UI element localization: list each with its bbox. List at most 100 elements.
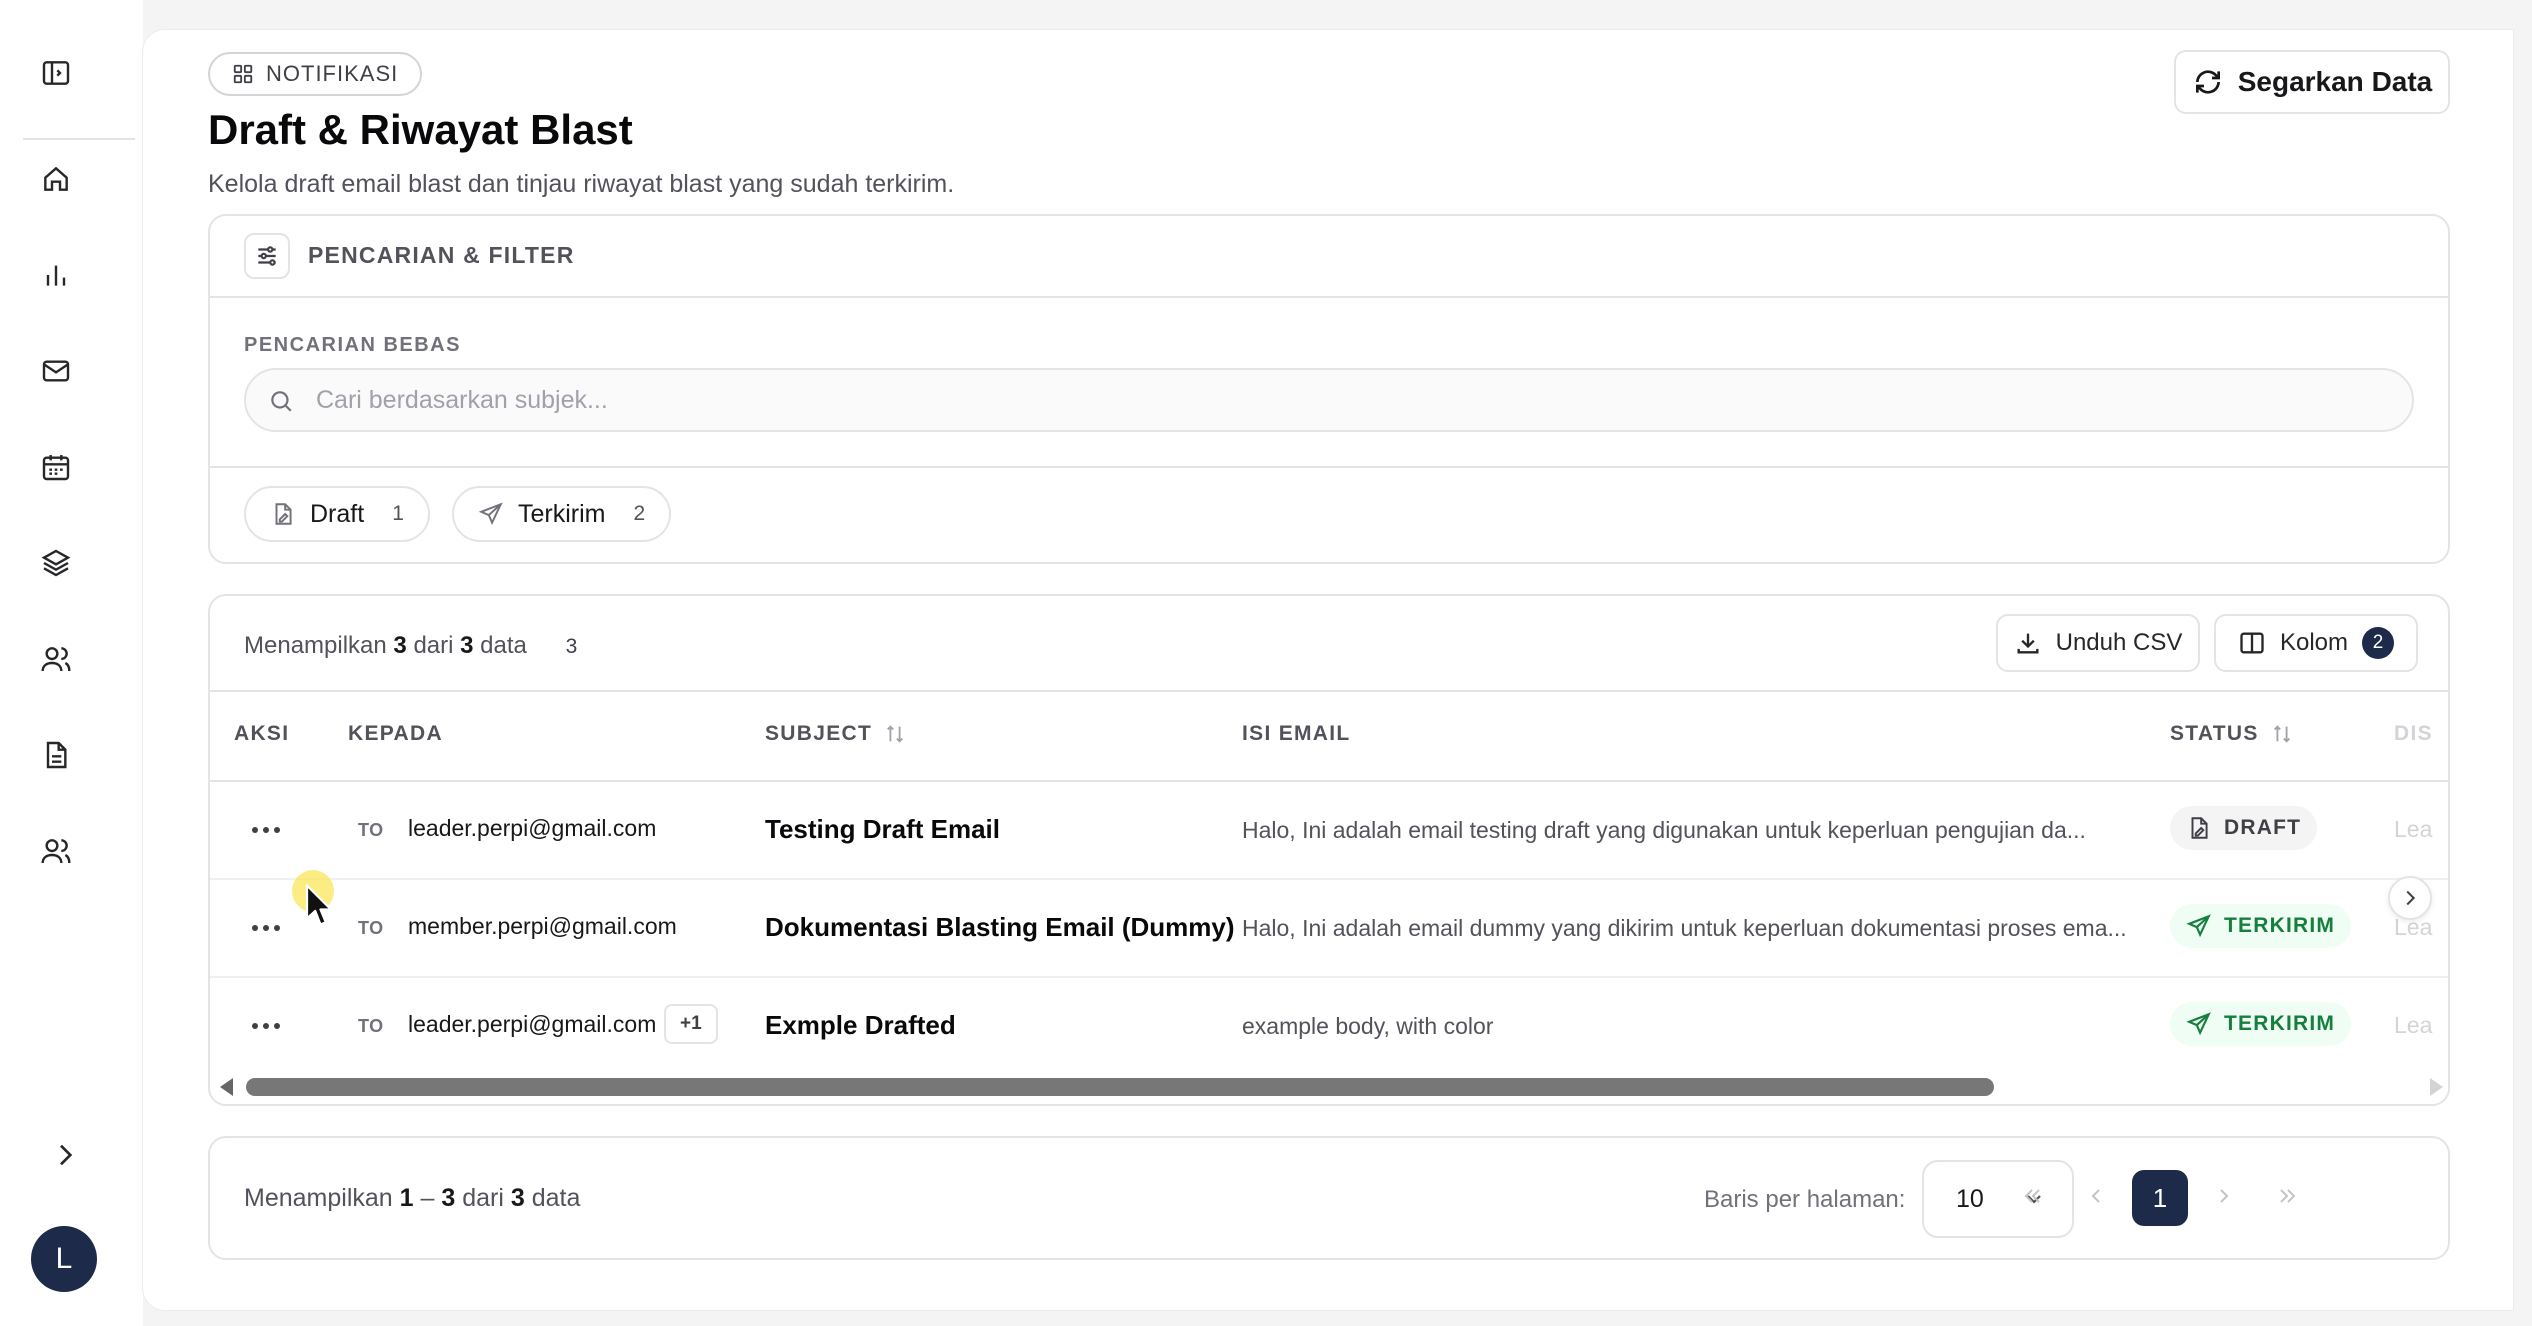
page-subtitle: Kelola draft email blast dan tinjau riwa… — [208, 170, 955, 198]
download-csv-button[interactable]: Unduh CSV — [1996, 614, 2200, 672]
chip-terkirim-count: 2 — [633, 502, 646, 525]
status-badge-draft: DRAFT — [2170, 806, 2318, 850]
send-icon — [2186, 914, 2211, 938]
dis-cell: Lea — [2394, 1012, 2433, 1038]
section-badge: NOTIFIKASI — [208, 52, 423, 96]
status-badge-terkirim: TERKIRIM — [2170, 904, 2352, 948]
th-isi-email: ISI EMAIL — [1242, 722, 1351, 745]
search-input[interactable] — [316, 378, 2396, 422]
status-label: TERKIRIM — [2224, 914, 2336, 937]
email-body-preview: example body, with color — [1242, 1013, 1494, 1039]
prev-page-icon[interactable] — [2070, 1170, 2122, 1222]
row-actions-more-icon[interactable] — [244, 812, 288, 848]
status-badge-terkirim: TERKIRIM — [2170, 1002, 2352, 1046]
table-row: TO leader.perpi@gmail.com +1 Exmple Draf… — [210, 978, 2448, 1076]
sliders-icon — [244, 233, 290, 279]
chip-terkirim-label: Terkirim — [518, 499, 606, 528]
last-page-icon[interactable] — [2262, 1170, 2314, 1222]
filter-card: PENCARIAN & FILTER PENCARIAN BEBAS Draft… — [208, 214, 2450, 564]
file-draft-icon — [275, 503, 292, 525]
mail-icon[interactable] — [35, 350, 77, 392]
email-subject: Exmple Drafted — [765, 1010, 956, 1040]
send-icon — [2186, 1012, 2211, 1036]
pagination-card: Menampilkan 1 – 3 dari 3 data Baris per … — [208, 1136, 2450, 1260]
sort-icon — [887, 725, 904, 743]
chip-draft[interactable]: Draft 1 — [244, 486, 430, 542]
scroll-right-arrow-icon[interactable] — [2430, 1078, 2443, 1096]
columns-label: Kolom — [2279, 629, 2349, 656]
th-dis: DIS — [2394, 722, 2433, 745]
filter-divider — [210, 466, 2448, 468]
avatar[interactable]: L — [31, 1226, 97, 1292]
refresh-button[interactable]: Segarkan Data — [2174, 50, 2450, 114]
filter-header: PENCARIAN & FILTER — [210, 216, 2448, 298]
status-label: DRAFT — [2224, 816, 2302, 839]
table-row: TO member.perpi@gmail.com Dokumentasi Bl… — [210, 880, 2448, 978]
row-actions-more-icon[interactable] — [244, 910, 288, 946]
pag-total: 3 — [510, 1184, 525, 1212]
pagination-summary: Menampilkan 1 – 3 dari 3 data — [244, 1184, 580, 1213]
pag-to: 3 — [441, 1184, 456, 1212]
search-icon — [271, 391, 292, 412]
summary-extra-count: 3 — [565, 635, 578, 658]
recipient-email: leader.perpi@gmail.com — [408, 1011, 657, 1037]
app-root: L NOTIFIKASI Draft & Riwayat Blast Kelol… — [0, 0, 2532, 1326]
recipient-email: leader.perpi@gmail.com — [408, 815, 657, 841]
file-text-icon[interactable] — [35, 734, 77, 776]
calendar-icon[interactable] — [35, 446, 77, 488]
table-card: Menampilkan 3 dari 3 data 3 Unduh CSV Ko… — [208, 594, 2450, 1106]
scroll-right-chevron-icon[interactable] — [2388, 876, 2432, 920]
sort-icon — [2273, 725, 2290, 743]
mouse-cursor-icon — [305, 884, 333, 926]
refresh-button-label: Segarkan Data — [2237, 66, 2433, 97]
email-subject: Dokumentasi Blasting Email (Dummy) — [765, 912, 1235, 942]
file-draft-icon — [2191, 817, 2208, 839]
grid-icon — [233, 64, 253, 84]
sidebar-toggle-icon[interactable] — [35, 52, 77, 94]
section-badge-label: NOTIFIKASI — [266, 61, 399, 86]
summary-prefix: Menampilkan — [244, 632, 387, 659]
home-icon[interactable] — [35, 158, 77, 200]
columns-icon — [2240, 632, 2264, 654]
table-summary: Menampilkan 3 dari 3 data 3 — [244, 632, 577, 660]
chip-terkirim[interactable]: Terkirim 2 — [452, 486, 672, 542]
search-label: PENCARIAN BEBAS — [244, 334, 461, 356]
scrollbar-thumb[interactable] — [246, 1078, 1994, 1096]
columns-button[interactable]: Kolom 2 — [2214, 614, 2418, 672]
chip-draft-label: Draft — [310, 499, 365, 528]
pag-from: 1 — [399, 1184, 414, 1212]
next-page-icon[interactable] — [2198, 1170, 2250, 1222]
email-subject: Testing Draft Email — [765, 814, 1001, 844]
filter-title: PENCARIAN & FILTER — [308, 242, 575, 268]
current-page-button[interactable]: 1 — [2132, 1170, 2188, 1226]
first-page-icon[interactable] — [2006, 1170, 2058, 1222]
users-icon[interactable] — [35, 638, 77, 680]
expand-sidebar-chevron-icon[interactable] — [44, 1134, 86, 1176]
extra-recipients-badge[interactable]: +1 — [664, 1004, 718, 1044]
pag-mid: dari — [462, 1184, 504, 1212]
send-icon — [478, 502, 503, 526]
summary-suffix: data — [480, 632, 527, 659]
th-kepada: KEPADA — [348, 722, 443, 745]
table-header: AKSI KEPADA SUBJECT ISI EMAIL STATUS DIS — [210, 690, 2448, 782]
email-body-preview: Halo, Ini adalah email dummy yang dikiri… — [1242, 915, 2127, 941]
pag-prefix: Menampilkan — [244, 1184, 393, 1212]
download-icon — [2017, 633, 2039, 654]
users-icon[interactable] — [35, 830, 77, 872]
to-tag: TO — [358, 918, 384, 938]
recipient-email: member.perpi@gmail.com — [408, 913, 677, 939]
th-subject-label: SUBJECT — [765, 722, 873, 745]
summary-shown: 3 — [393, 632, 407, 659]
row-actions-more-icon[interactable] — [244, 1008, 288, 1044]
to-tag: TO — [358, 1016, 384, 1036]
layers-icon[interactable] — [35, 542, 77, 584]
email-body-preview: Halo, Ini adalah email testing draft yan… — [1242, 817, 2086, 843]
search-box — [244, 368, 2414, 432]
bar-chart-icon[interactable] — [35, 254, 77, 296]
scroll-left-arrow-icon[interactable] — [220, 1078, 233, 1096]
th-subject[interactable]: SUBJECT — [765, 722, 906, 746]
pag-suffix: data — [531, 1184, 581, 1212]
columns-count-badge: 2 — [2362, 627, 2395, 659]
th-status[interactable]: STATUS — [2170, 722, 2293, 746]
pag-dash: – — [420, 1184, 435, 1212]
